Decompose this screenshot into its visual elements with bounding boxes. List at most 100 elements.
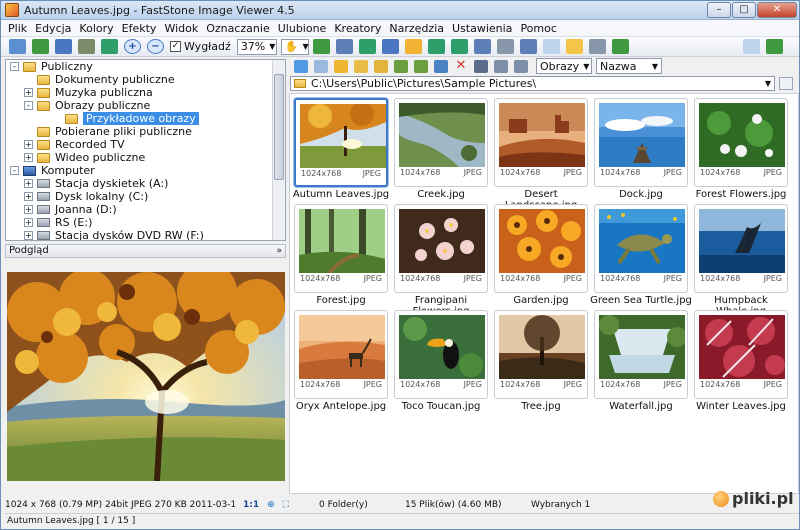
fit-icon[interactable] bbox=[312, 39, 330, 54]
rename-icon[interactable] bbox=[434, 59, 448, 73]
menu-edit[interactable]: Edycja bbox=[35, 22, 71, 35]
thumbnail-caption[interactable]: Autumn Leaves.jpg bbox=[289, 189, 393, 200]
menu-tagging[interactable]: Oznaczanie bbox=[206, 22, 270, 35]
preview-header[interactable]: Podgląd » bbox=[5, 244, 286, 258]
thumbnail-tile[interactable]: 1024x768 JPEG bbox=[394, 204, 488, 293]
expand-icon[interactable]: + bbox=[24, 179, 33, 188]
thumbnail-tile[interactable]: 1024x768 JPEG bbox=[494, 98, 588, 187]
thumbnail-caption[interactable]: Forest.jpg bbox=[289, 295, 393, 306]
thumbnail-tile[interactable]: 1024x768 JPEG bbox=[594, 310, 688, 399]
thumbnails-view-icon[interactable] bbox=[474, 59, 488, 73]
fullscreen-view-icon[interactable]: ⛶ bbox=[283, 500, 289, 510]
hand-tool-select[interactable]: ✋ ▼ bbox=[280, 38, 309, 55]
open-icon[interactable] bbox=[32, 39, 49, 54]
list-view-icon[interactable] bbox=[514, 59, 528, 73]
smooth-checkbox[interactable]: ✓ bbox=[170, 41, 181, 52]
thumbnail-tile[interactable]: 1024x768 JPEG bbox=[694, 98, 788, 187]
title-bar[interactable]: Autumn Leaves.jpg - FastStone Image View… bbox=[1, 1, 799, 20]
thumbnail-caption[interactable]: Oryx Antelope.jpg bbox=[289, 401, 393, 412]
path-input[interactable]: C:\Users\Public\Pictures\Sample Pictures… bbox=[290, 76, 775, 91]
expand-icon[interactable]: + bbox=[24, 153, 33, 162]
expand-icon[interactable]: + bbox=[24, 192, 33, 201]
delete-icon[interactable]: ✕ bbox=[454, 59, 468, 73]
actual-size-button[interactable]: 1:1 bbox=[243, 500, 259, 510]
previous-image-icon[interactable] bbox=[78, 39, 95, 54]
thumbnail-tile[interactable]: 1024x768 JPEG bbox=[694, 204, 788, 293]
scrollbar-thumb[interactable] bbox=[274, 74, 284, 180]
filmstrip-icon[interactable] bbox=[496, 39, 514, 54]
tree-scrollbar[interactable] bbox=[272, 60, 285, 240]
zoom-out-icon[interactable]: − bbox=[147, 39, 164, 54]
expand-icon[interactable]: + bbox=[24, 140, 33, 149]
rotate-left-icon[interactable] bbox=[427, 39, 445, 54]
print-icon[interactable] bbox=[588, 39, 606, 54]
move-to-icon[interactable] bbox=[414, 59, 428, 73]
thumbnail-tile[interactable]: 1024x768 JPEG bbox=[494, 310, 588, 399]
crop-icon[interactable] bbox=[335, 39, 353, 54]
thumbnail-caption[interactable]: Waterfall.jpg bbox=[589, 401, 693, 412]
menu-file[interactable]: Plik bbox=[8, 22, 27, 35]
chevron-down-icon[interactable]: ▼ bbox=[765, 79, 771, 88]
fullscreen-icon[interactable] bbox=[765, 39, 783, 54]
email-icon[interactable] bbox=[565, 39, 583, 54]
menu-effects[interactable]: Efekty bbox=[122, 22, 157, 35]
zoom-select[interactable]: 37% ▼ bbox=[236, 38, 277, 55]
tree-item[interactable]: + Recorded TV bbox=[24, 138, 125, 151]
copy-to-icon[interactable] bbox=[394, 59, 408, 73]
refresh-icon[interactable] bbox=[779, 77, 793, 90]
tree-item[interactable]: Dokumenty publiczne bbox=[24, 73, 175, 86]
tree-item[interactable]: - Obrazy publiczne bbox=[24, 99, 150, 112]
save-icon[interactable] bbox=[55, 39, 72, 54]
tree-item[interactable]: - Publiczny bbox=[10, 60, 93, 73]
expand-icon[interactable]: + bbox=[24, 205, 33, 214]
menu-help[interactable]: Pomoc bbox=[520, 22, 556, 35]
slideshow-icon[interactable] bbox=[519, 39, 537, 54]
resize-icon[interactable] bbox=[358, 39, 376, 54]
fit-window-icon[interactable]: ⊕ bbox=[267, 500, 275, 510]
expand-icon[interactable]: + bbox=[24, 231, 33, 240]
favorite-folder-icon[interactable] bbox=[374, 59, 388, 73]
menu-colors[interactable]: Kolory bbox=[79, 22, 113, 35]
preview-image[interactable] bbox=[7, 272, 285, 481]
tree-item[interactable]: - Komputer bbox=[10, 164, 95, 177]
thumbnail-caption[interactable]: Tree.jpg bbox=[489, 401, 593, 412]
acquire-icon[interactable] bbox=[9, 39, 26, 54]
thumbnail-tile[interactable]: 1024x768 JPEG bbox=[394, 310, 488, 399]
sort-select[interactable]: Nazwa ▼ bbox=[596, 58, 662, 74]
forward-icon[interactable] bbox=[314, 59, 328, 73]
draw-icon[interactable] bbox=[542, 39, 560, 54]
layout-icon[interactable] bbox=[742, 39, 760, 54]
tree-item[interactable]: + Muzyka publiczna bbox=[24, 86, 153, 99]
tree-item[interactable]: Pobierane pliki publiczne bbox=[24, 125, 192, 138]
thumbnail-tile[interactable]: 1024x768 JPEG bbox=[294, 204, 388, 293]
next-image-icon[interactable] bbox=[101, 39, 118, 54]
thumbnail-caption[interactable]: Creek.jpg bbox=[389, 189, 493, 200]
expand-icon[interactable]: + bbox=[24, 218, 33, 227]
filter-select[interactable]: Obrazy ▼ bbox=[536, 58, 592, 74]
sharpen-icon[interactable] bbox=[404, 39, 422, 54]
menu-wizards[interactable]: Kreatory bbox=[334, 22, 381, 35]
menu-view[interactable]: Widok bbox=[164, 22, 198, 35]
back-icon[interactable] bbox=[294, 59, 308, 73]
rotate-right-icon[interactable] bbox=[450, 39, 468, 54]
close-button[interactable]: ✕ bbox=[757, 2, 797, 18]
collapse-icon[interactable]: - bbox=[10, 166, 19, 175]
menu-settings[interactable]: Ustawienia bbox=[452, 22, 512, 35]
menu-tools[interactable]: Narzędzia bbox=[389, 22, 444, 35]
thumbnail-tile[interactable]: 1024x768 JPEG bbox=[294, 98, 388, 187]
tree-item[interactable]: + Joanna (D:) bbox=[24, 203, 117, 216]
adjust-colors-icon[interactable] bbox=[381, 39, 399, 54]
thumbnail-tile[interactable]: 1024x768 JPEG bbox=[594, 98, 688, 187]
minimize-button[interactable]: – bbox=[707, 2, 731, 18]
thumbnail-caption[interactable]: Green Sea Turtle.jpg bbox=[589, 295, 693, 306]
tree-item[interactable]: + Wideo publiczne bbox=[24, 151, 145, 164]
tree-item[interactable]: + Dysk lokalny (C:) bbox=[24, 190, 148, 203]
details-view-icon[interactable] bbox=[494, 59, 508, 73]
tree-item[interactable]: + Stacja dyskietek (A:) bbox=[24, 177, 168, 190]
tree-item[interactable]: Przykładowe obrazy bbox=[52, 112, 199, 125]
maximize-button[interactable]: □ bbox=[732, 2, 756, 18]
tree-item[interactable]: + Stacja dysków DVD RW (F:) bbox=[24, 229, 204, 240]
thumbnail-caption[interactable]: Dock.jpg bbox=[589, 189, 693, 200]
menu-favorites[interactable]: Ulubione bbox=[278, 22, 327, 35]
thumbnail-tile[interactable]: 1024x768 JPEG bbox=[294, 310, 388, 399]
